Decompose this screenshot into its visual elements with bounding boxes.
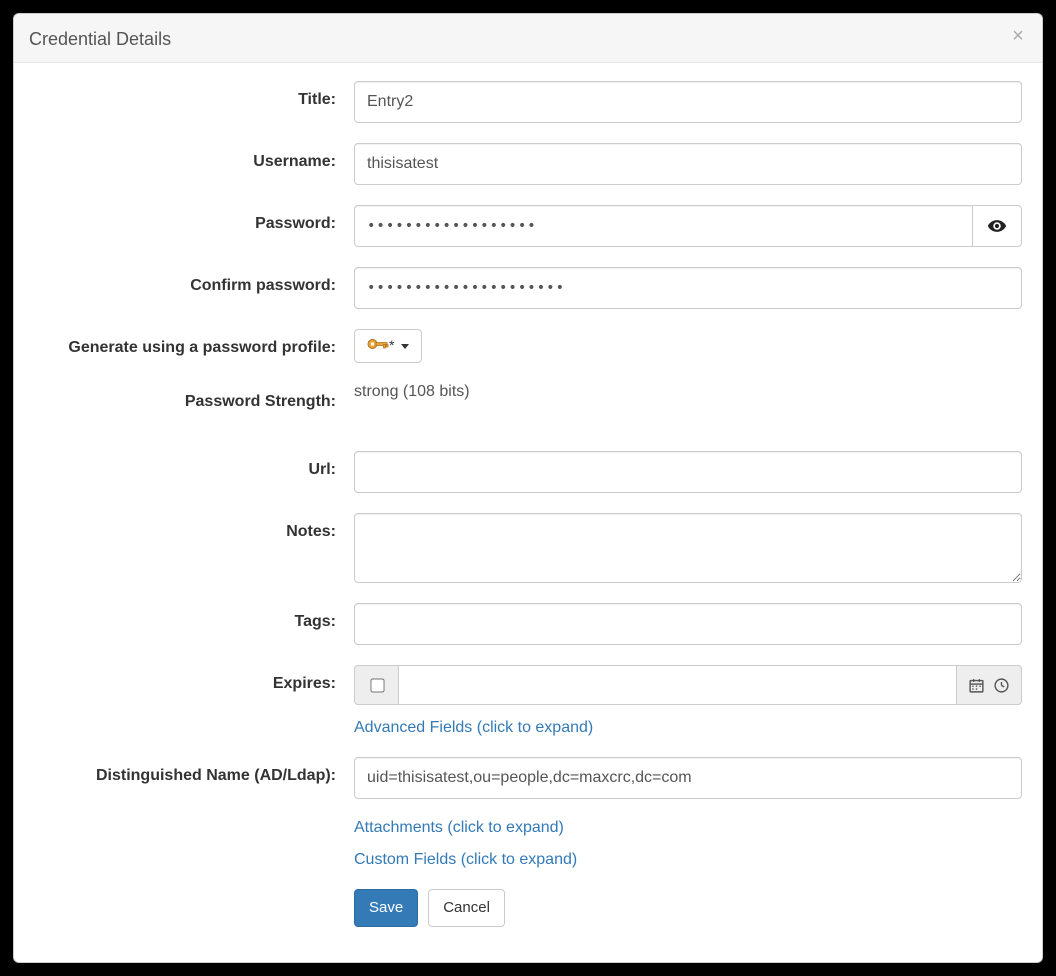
chevron-down-icon [401, 344, 409, 349]
toggle-password-visibility-button[interactable] [972, 205, 1022, 247]
expires-checkbox[interactable] [370, 678, 384, 692]
eye-icon [987, 216, 1007, 236]
label-distinguished-name: Distinguished Name (AD/Ldap): [34, 757, 354, 785]
label-generate-profile: Generate using a password profile: [34, 329, 354, 357]
attachments-toggle[interactable]: Attachments (click to expand) [354, 819, 564, 837]
label-title: Title: [34, 81, 354, 109]
label-password-strength: Password Strength: [34, 383, 354, 411]
label-expires: Expires: [34, 665, 354, 693]
distinguished-name-input[interactable] [354, 757, 1022, 799]
label-password: Password: [34, 205, 354, 233]
tags-input[interactable] [354, 603, 1022, 645]
label-notes: Notes: [34, 513, 354, 541]
expires-input[interactable] [398, 665, 956, 705]
confirm-password-input[interactable] [354, 267, 1022, 309]
password-input[interactable] [354, 205, 972, 247]
generate-password-dropdown[interactable]: * [354, 329, 422, 363]
calendar-icon[interactable] [968, 677, 985, 694]
url-input[interactable] [354, 451, 1022, 493]
modal-body: Title: Username: Password: [14, 63, 1042, 947]
expires-checkbox-wrap [354, 665, 398, 705]
modal-title: Credential Details [29, 29, 1027, 50]
cancel-button[interactable]: Cancel [428, 889, 505, 927]
expires-group [354, 665, 1022, 705]
advanced-fields-toggle[interactable]: Advanced Fields (click to expand) [354, 719, 593, 737]
label-tags: Tags: [34, 603, 354, 631]
close-button[interactable]: × [1006, 24, 1030, 48]
custom-fields-toggle[interactable]: Custom Fields (click to expand) [354, 851, 577, 869]
key-icon [367, 337, 389, 355]
save-button[interactable]: Save [354, 889, 418, 927]
credential-details-modal: Credential Details × Title: Username: Pa… [13, 13, 1043, 963]
username-input[interactable] [354, 143, 1022, 185]
label-confirm-password: Confirm password: [34, 267, 354, 295]
expires-pickers [956, 665, 1022, 705]
title-input[interactable] [354, 81, 1022, 123]
generate-suffix: * [389, 337, 394, 353]
label-url: Url: [34, 451, 354, 479]
password-strength-value: strong (108 bits) [354, 383, 1022, 401]
clock-icon[interactable] [993, 677, 1010, 694]
notes-textarea[interactable] [354, 513, 1022, 583]
modal-header: Credential Details × [14, 14, 1042, 63]
label-username: Username: [34, 143, 354, 171]
